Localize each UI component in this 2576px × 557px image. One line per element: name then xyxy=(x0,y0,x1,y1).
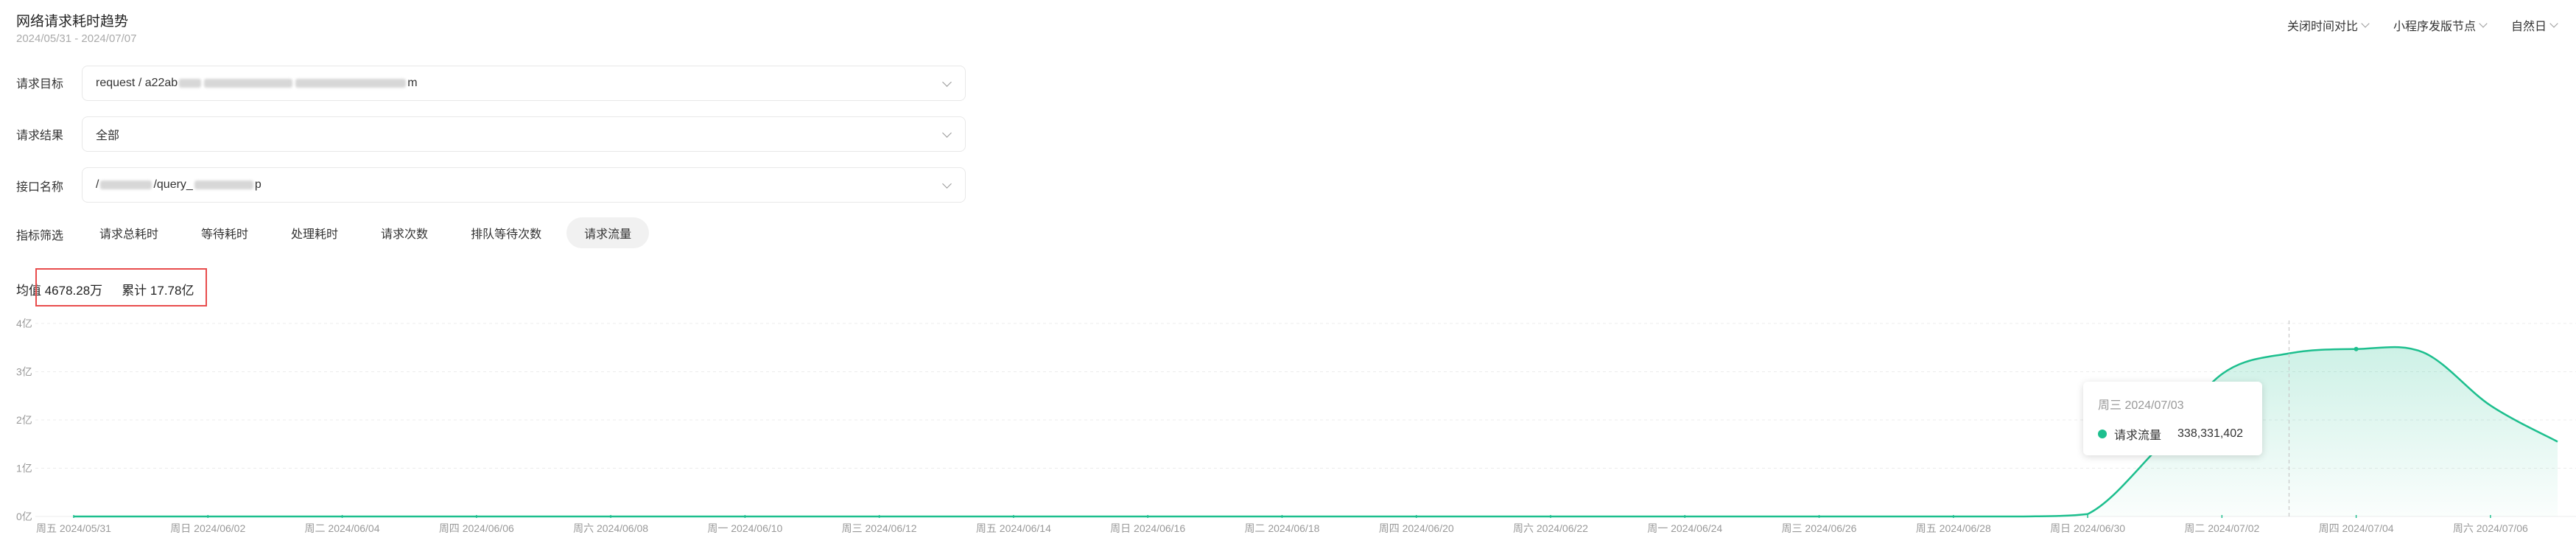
x-tick-label: 周五 2024/06/28 xyxy=(1916,522,1991,534)
api-value-mid: /query_ xyxy=(153,178,193,191)
date-range: 2024/05/31 - 2024/07/07 xyxy=(16,32,137,45)
x-tick-label: 周五 2024/06/14 xyxy=(976,522,1051,534)
x-tick-label: 周一 2024/06/10 xyxy=(707,522,782,534)
api-label: 接口名称 xyxy=(16,181,64,194)
result-value: 全部 xyxy=(96,130,120,142)
x-tick-label: 周二 2024/06/04 xyxy=(305,522,380,534)
x-tick-label: 周三 2024/06/12 xyxy=(842,522,917,534)
y-tick-label: 4亿 xyxy=(16,318,32,329)
chevron-down-icon xyxy=(2549,18,2558,28)
metric-chip-traffic[interactable]: 请求流量 xyxy=(566,217,650,248)
metric-filter-label: 指标筛选 xyxy=(16,230,64,242)
granularity-label: 自然日 xyxy=(2510,21,2547,33)
target-select[interactable]: request / a22ab m xyxy=(82,66,966,101)
chevron-down-icon xyxy=(2361,18,2370,28)
metric-chip-process-time[interactable]: 处理耗时 xyxy=(273,217,357,248)
x-tick-label: 周一 2024/06/24 xyxy=(1647,522,1722,534)
x-tick-label: 周三 2024/06/26 xyxy=(1782,522,1857,534)
x-tick-label: 周二 2024/07/02 xyxy=(2184,522,2259,534)
release-node-dropdown[interactable]: 小程序发版节点 xyxy=(2393,16,2488,34)
result-label: 请求结果 xyxy=(16,130,64,142)
y-tick-label: 0亿 xyxy=(16,511,32,522)
tooltip-value: 338,331,402 xyxy=(2177,427,2243,440)
x-tick-label: 周五 2024/05/31 xyxy=(36,522,111,534)
x-tick-label: 周日 2024/06/02 xyxy=(170,522,245,534)
target-value-prefix: request / a22ab xyxy=(96,77,178,89)
target-label: 请求目标 xyxy=(16,78,64,91)
api-value-prefix: / xyxy=(96,178,99,191)
time-compare-label: 关闭时间对比 xyxy=(2287,21,2358,33)
granularity-dropdown[interactable]: 自然日 xyxy=(2510,16,2558,34)
release-node-label: 小程序发版节点 xyxy=(2393,21,2476,33)
chevron-down-icon xyxy=(942,179,952,189)
target-value-suffix: m xyxy=(407,77,418,89)
x-tick-label: 周六 2024/06/22 xyxy=(1513,522,1588,534)
time-compare-dropdown[interactable]: 关闭时间对比 xyxy=(2287,16,2370,34)
tooltip-series-name: 请求流量 xyxy=(2114,430,2162,442)
highlight-box xyxy=(35,268,207,306)
chevron-down-icon xyxy=(2479,18,2488,28)
x-tick-label: 周二 2024/06/18 xyxy=(1244,522,1319,534)
chevron-down-icon xyxy=(942,77,952,87)
top-controls: 关闭时间对比 小程序发版节点 自然日 xyxy=(2287,16,2558,34)
x-tick-label: 周日 2024/06/16 xyxy=(1110,522,1185,534)
api-value-suffix: p xyxy=(254,178,262,191)
metric-chips: 请求总耗时 等待耗时 处理耗时 请求次数 排队等待次数 请求流量 xyxy=(82,217,650,248)
metric-chip-wait-time[interactable]: 等待耗时 xyxy=(183,217,267,248)
y-tick-label: 3亿 xyxy=(16,366,32,378)
x-tick-label: 周日 2024/06/30 xyxy=(2050,522,2125,534)
x-tick-label: 周六 2024/06/08 xyxy=(573,522,648,534)
chart-tooltip: 周三 2024/07/03 请求流量 338,331,402 xyxy=(2083,382,2262,455)
page-title: 网络请求耗时趋势 xyxy=(16,14,129,29)
api-select[interactable]: / /query_ p xyxy=(82,167,966,203)
x-tick-label: 周六 2024/07/06 xyxy=(2453,522,2528,534)
metric-chip-request-count[interactable]: 请求次数 xyxy=(363,217,446,248)
result-select[interactable]: 全部 xyxy=(82,116,966,152)
data-point-marker xyxy=(2354,346,2359,351)
metric-chip-total-time[interactable]: 请求总耗时 xyxy=(82,217,177,248)
y-tick-label: 1亿 xyxy=(16,463,32,474)
x-tick-label: 周四 2024/07/04 xyxy=(2319,522,2394,534)
metric-chip-queue-count[interactable]: 排队等待次数 xyxy=(453,217,560,248)
tooltip-date: 周三 2024/07/03 xyxy=(2098,399,2184,412)
y-tick-label: 2亿 xyxy=(16,414,32,426)
chevron-down-icon xyxy=(942,128,952,138)
x-tick-label: 周四 2024/06/20 xyxy=(1379,522,1454,534)
series-dot-icon xyxy=(2098,430,2107,438)
x-tick-label: 周四 2024/06/06 xyxy=(439,522,514,534)
